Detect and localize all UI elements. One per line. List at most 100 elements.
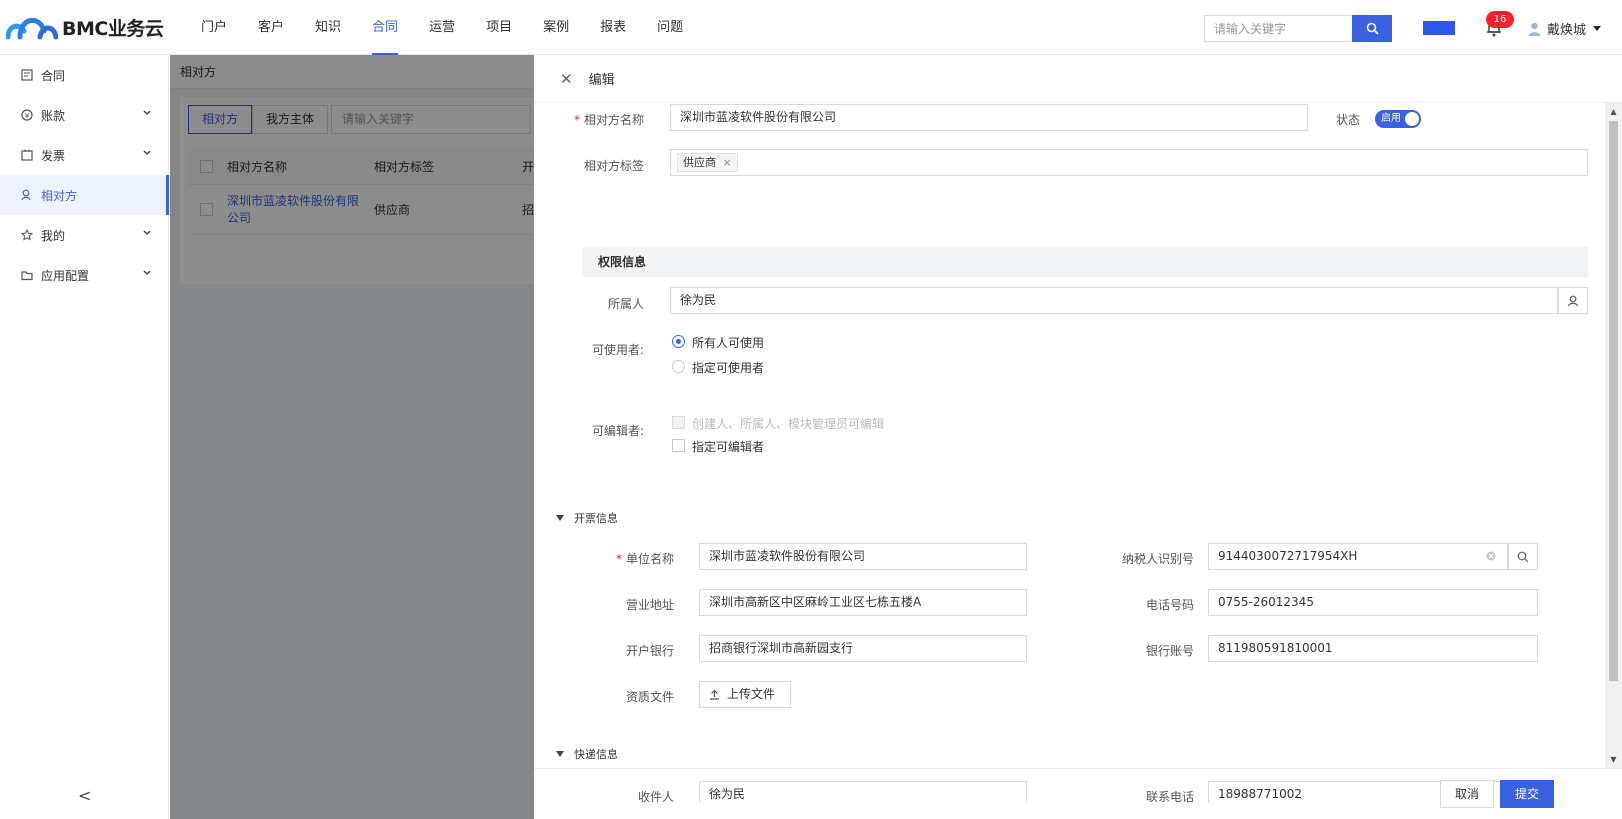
nav-customer[interactable]: 客户 — [244, 0, 298, 55]
caret-down-icon — [1593, 25, 1602, 31]
sidebar-collapse-button[interactable]: < — [78, 786, 91, 805]
name-label: * 相对方名称 — [574, 113, 645, 127]
cloud-logo-icon — [6, 18, 58, 40]
invoice-section-header[interactable]: 开票信息 — [556, 510, 618, 526]
clear-icon[interactable] — [1486, 551, 1496, 561]
tax-id-label: 纳税人识别号 — [1121, 552, 1194, 566]
contract-icon — [20, 68, 34, 82]
status-label: 状态 — [1335, 113, 1360, 127]
upload-icon — [710, 689, 719, 700]
tag-chip: 供应商 × — [677, 153, 738, 172]
address-input[interactable]: 深圳市高新区中区麻岭工业区七栋五楼A — [699, 589, 1027, 616]
global-search-input[interactable]: 请输入关键字 — [1204, 15, 1352, 42]
express-section-header[interactable]: 快递信息 — [556, 746, 618, 762]
unit-name-input[interactable]: 深圳市蓝凌软件股份有限公司 — [699, 543, 1027, 570]
account-input[interactable]: 811980591810001 — [1208, 635, 1538, 662]
person-icon — [20, 188, 34, 202]
upload-file-button[interactable]: 上传文件 — [699, 681, 791, 708]
search-icon — [1366, 22, 1379, 35]
quick-action-button[interactable] — [1423, 21, 1455, 35]
bank-label: 开户银行 — [625, 644, 674, 658]
nav-project[interactable]: 项目 — [472, 0, 526, 55]
editors-label: 可编辑者: — [591, 424, 644, 438]
sidebar-item-contract[interactable]: 合同 — [0, 55, 168, 95]
tax-id-input[interactable]: 9144030072717954XH — [1208, 543, 1508, 570]
tax-search-button[interactable] — [1508, 543, 1538, 570]
chevron-down-icon — [143, 150, 151, 156]
nav-report[interactable]: 报表 — [586, 0, 640, 55]
chevron-down-icon — [143, 270, 151, 276]
user-menu[interactable]: 戴焕城 — [1528, 19, 1602, 38]
chevron-down-icon — [143, 230, 151, 236]
tag-input[interactable] — [670, 149, 1588, 176]
editors-default-checkbox — [672, 416, 685, 429]
sidebar-item-label: 应用配置 — [41, 268, 90, 283]
search-icon — [1517, 551, 1529, 562]
main-nav: 门户 客户 知识 合同 运营 项目 案例 报表 问题 — [187, 0, 700, 55]
users-all-radio[interactable] — [672, 335, 685, 348]
sidebar-item-mine[interactable]: 我的 — [0, 215, 168, 255]
file-label: 资质文件 — [625, 690, 674, 704]
drawer-form: * 相对方名称 深圳市蓝凌软件股份有限公司 状态 启用 相对方标签 供应商 × 权… — [534, 103, 1604, 768]
global-search-button[interactable] — [1352, 15, 1392, 42]
scrollbar-thumb[interactable] — [1609, 121, 1618, 681]
nav-knowledge[interactable]: 知识 — [301, 0, 355, 55]
phone-input[interactable]: 0755-26012345 — [1208, 589, 1538, 616]
nav-portal[interactable]: 门户 — [187, 0, 241, 55]
permission-section-header: 权限信息 — [582, 247, 1588, 277]
sidebar: 合同 ¥ 账款 发票 相对方 我的 应用配置 < — [0, 55, 169, 819]
user-select-icon — [1567, 295, 1579, 306]
invoice-icon — [20, 148, 34, 162]
drawer-footer: 取消 提交 — [534, 768, 1622, 819]
scroll-down-icon[interactable]: ▼ — [1609, 755, 1618, 764]
sidebar-item-invoice[interactable]: 发票 — [0, 135, 168, 175]
top-header: BMC业务云 门户 客户 知识 合同 运营 项目 案例 报表 问题 请输入关键字… — [0, 0, 1622, 55]
owner-label: 所属人 — [607, 297, 644, 311]
notification-badge: 16 — [1486, 11, 1514, 28]
counterparty-name-input[interactable]: 深圳市蓝凌软件股份有限公司 — [670, 104, 1308, 131]
users-specified-option: 指定可使用者 — [692, 361, 765, 375]
users-all-option: 所有人可使用 — [692, 336, 765, 350]
folder-icon — [20, 268, 34, 282]
sidebar-item-app-config[interactable]: 应用配置 — [0, 255, 168, 295]
status-toggle-text: 启用 — [1381, 113, 1401, 124]
editors-default-option: 创建人、所属人、模块管理员可编辑 — [692, 417, 885, 431]
modal-overlay[interactable] — [170, 55, 534, 819]
sidebar-item-label: 账款 — [41, 108, 66, 123]
sidebar-item-payment[interactable]: ¥ 账款 — [0, 95, 168, 135]
bank-input[interactable]: 招商银行深圳市高新园支行 — [699, 635, 1027, 662]
nav-issue[interactable]: 问题 — [643, 0, 697, 55]
editors-specified-option: 指定可编辑者 — [692, 440, 765, 454]
money-icon: ¥ — [20, 108, 34, 122]
nav-operation[interactable]: 运营 — [415, 0, 469, 55]
chevron-down-icon — [143, 110, 151, 116]
drawer-title: 编辑 — [588, 73, 615, 88]
brand-name: BMC业务云 — [62, 17, 164, 40]
nav-contract[interactable]: 合同 — [358, 0, 412, 55]
sidebar-item-label: 合同 — [41, 68, 66, 83]
users-specified-radio[interactable] — [672, 360, 685, 373]
unit-name-label: * 单位名称 — [615, 552, 674, 566]
sidebar-item-label: 发票 — [41, 148, 66, 163]
drawer-header: ✕ 编辑 — [534, 55, 1622, 103]
owner-input[interactable]: 徐为民 — [670, 287, 1558, 314]
tag-remove-icon[interactable]: × — [723, 156, 732, 169]
status-toggle[interactable]: 启用 — [1375, 110, 1421, 128]
user-avatar-icon — [1528, 22, 1541, 36]
scroll-up-icon[interactable]: ▲ — [1609, 107, 1618, 116]
editors-specified-checkbox[interactable] — [672, 439, 685, 452]
cancel-button[interactable]: 取消 — [1440, 780, 1495, 808]
address-label: 营业地址 — [625, 598, 674, 612]
submit-button[interactable]: 提交 — [1500, 780, 1555, 808]
close-icon[interactable]: ✕ — [560, 70, 573, 88]
sidebar-item-counterparty[interactable]: 相对方 — [0, 175, 169, 215]
nav-case[interactable]: 案例 — [529, 0, 583, 55]
owner-picker-button[interactable] — [1558, 287, 1588, 314]
caret-down-icon — [556, 751, 564, 757]
brand-logo[interactable]: BMC业务云 — [0, 13, 175, 41]
user-name: 戴焕城 — [1547, 23, 1587, 38]
sidebar-item-label: 相对方 — [41, 188, 78, 203]
tag-label: 相对方标签 — [583, 159, 644, 173]
users-label: 可使用者: — [591, 343, 644, 357]
drawer-scrollbar[interactable]: ▲ ▼ — [1605, 103, 1622, 768]
